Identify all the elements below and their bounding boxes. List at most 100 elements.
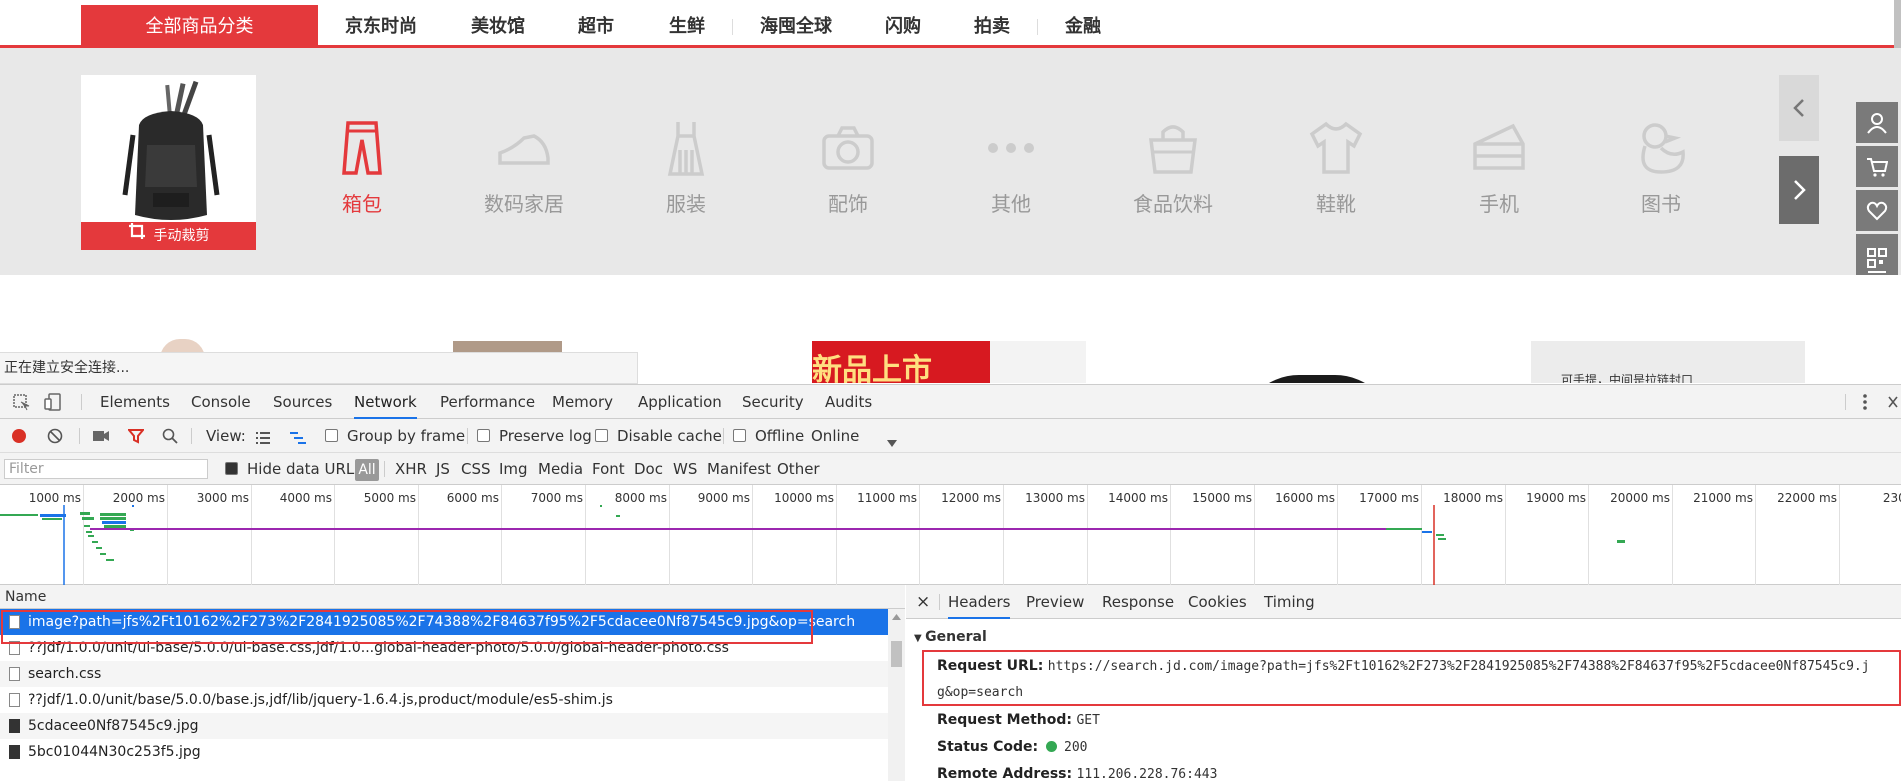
product-image[interactable]: 可手提，中间是拉链封口 bbox=[1531, 341, 1805, 383]
request-row[interactable]: ??jdf/1.0.0/unit/base/5.0.0/base.js,jdf/… bbox=[0, 687, 888, 713]
tab-performance[interactable]: Performance bbox=[440, 385, 535, 419]
filter-input[interactable]: Filter bbox=[4, 459, 208, 479]
toolbar-favorites-button[interactable] bbox=[1856, 190, 1898, 231]
close-detail-button[interactable]: × bbox=[916, 585, 930, 619]
product-image[interactable] bbox=[1239, 375, 1395, 383]
category-food[interactable]: 食品饮料 bbox=[1118, 118, 1228, 217]
page-scrollbar[interactable] bbox=[1894, 0, 1901, 48]
tab-sources[interactable]: Sources bbox=[273, 385, 332, 419]
tab-preview[interactable]: Preview bbox=[1026, 585, 1084, 619]
carousel-prev-button[interactable] bbox=[1779, 75, 1819, 141]
nav-link-global[interactable]: 海囤全球 bbox=[760, 5, 832, 48]
request-detail-panel: × Headers Preview Response Cookies Timin… bbox=[906, 585, 1901, 782]
type-filter-font[interactable]: Font bbox=[592, 453, 625, 485]
view-label: View: bbox=[206, 427, 246, 445]
device-toggle-icon[interactable] bbox=[44, 393, 62, 415]
tab-timing[interactable]: Timing bbox=[1264, 585, 1315, 619]
category-shoes[interactable]: 鞋靴 bbox=[1281, 118, 1391, 217]
request-list-scrollbar[interactable] bbox=[888, 609, 905, 781]
tab-console[interactable]: Console bbox=[191, 385, 251, 419]
general-section-toggle[interactable]: ▼ General bbox=[914, 629, 987, 645]
tab-elements[interactable]: Elements bbox=[100, 385, 170, 419]
category-bags[interactable]: 箱包 bbox=[307, 118, 417, 217]
status-dot-icon bbox=[1045, 741, 1057, 752]
type-filter-css[interactable]: CSS bbox=[461, 453, 491, 485]
network-filter-bar: Filter Hide data URLs All XHR JS CSS Img… bbox=[0, 453, 1901, 485]
type-filter-doc[interactable]: Doc bbox=[634, 453, 663, 485]
record-icon[interactable] bbox=[11, 428, 27, 448]
devtools-tab-bar: Elements Console Sources Network Perform… bbox=[0, 385, 1901, 419]
toolbar-divider bbox=[1845, 394, 1846, 410]
tab-security[interactable]: Security bbox=[742, 385, 804, 419]
all-categories-button[interactable]: 全部商品分类 bbox=[81, 5, 318, 48]
category-accessories[interactable]: 配饰 bbox=[793, 118, 903, 217]
tab-response[interactable]: Response bbox=[1102, 585, 1174, 619]
request-row[interactable]: 5cdacee0Nf87545c9.jpg bbox=[0, 713, 888, 739]
category-label: 图书 bbox=[1641, 192, 1681, 216]
preserve-log-checkbox[interactable] bbox=[477, 429, 490, 442]
type-filter-ws[interactable]: WS bbox=[673, 453, 697, 485]
inspect-element-icon[interactable] bbox=[13, 394, 30, 415]
request-row[interactable]: 5bc01044N30c253f5.jpg bbox=[0, 739, 888, 765]
manual-crop-button[interactable]: 手动裁剪 bbox=[81, 222, 256, 250]
screenshot-camera-icon[interactable] bbox=[92, 429, 110, 447]
tab-headers[interactable]: Headers bbox=[948, 585, 1011, 619]
type-filter-all[interactable]: All bbox=[355, 459, 379, 481]
type-filter-media[interactable]: Media bbox=[538, 453, 583, 485]
clear-icon[interactable] bbox=[47, 428, 63, 448]
throttle-select[interactable]: Online bbox=[811, 419, 859, 453]
kebab-menu-icon[interactable] bbox=[1862, 393, 1868, 415]
scroll-up-arrow-icon[interactable] bbox=[892, 614, 901, 620]
toolbar-cart-button[interactable] bbox=[1856, 146, 1898, 187]
filter-funnel-icon[interactable] bbox=[126, 428, 146, 448]
tab-application[interactable]: Application bbox=[638, 385, 722, 419]
toolbar-user-button[interactable] bbox=[1856, 102, 1898, 143]
group-by-frame-checkbox[interactable] bbox=[325, 429, 338, 442]
hide-data-urls-checkbox[interactable] bbox=[225, 462, 238, 475]
nav-link-beauty[interactable]: 美妆馆 bbox=[471, 5, 525, 48]
category-other[interactable]: 其他 bbox=[956, 118, 1066, 217]
request-row[interactable]: search.css bbox=[0, 661, 888, 687]
nav-link-auction[interactable]: 拍卖 bbox=[974, 5, 1010, 48]
image-file-icon bbox=[9, 745, 20, 759]
camera-icon bbox=[822, 126, 874, 170]
nav-link-fresh[interactable]: 生鲜 bbox=[669, 5, 705, 48]
category-phones[interactable]: 手机 bbox=[1444, 118, 1554, 217]
dropdown-arrow-icon[interactable] bbox=[887, 433, 897, 451]
user-icon bbox=[1867, 112, 1887, 134]
type-filter-js[interactable]: JS bbox=[436, 453, 450, 485]
nav-link-flash-sale[interactable]: 闪购 bbox=[885, 5, 921, 48]
image-file-icon bbox=[9, 719, 20, 733]
tab-cookies[interactable]: Cookies bbox=[1188, 585, 1247, 619]
nav-link-supermarket[interactable]: 超市 bbox=[578, 5, 614, 48]
scrollbar-thumb[interactable] bbox=[891, 641, 902, 667]
category-books[interactable]: 图书 bbox=[1606, 118, 1716, 217]
status-code-label: Status Code: bbox=[937, 739, 1039, 755]
tab-memory[interactable]: Memory bbox=[552, 385, 613, 419]
highlight-box-request bbox=[1, 610, 813, 644]
nav-link-finance[interactable]: 金融 bbox=[1065, 5, 1101, 48]
category-clothing[interactable]: 服装 bbox=[631, 118, 741, 217]
category-label: 食品饮料 bbox=[1133, 192, 1213, 216]
type-filter-manifest[interactable]: Manifest bbox=[707, 453, 771, 485]
nav-link-fashion[interactable]: 京东时尚 bbox=[345, 5, 417, 48]
network-timeline-overview[interactable]: 1000 ms 2000 ms 3000 ms 4000 ms 5000 ms 6000 … bbox=[0, 485, 1901, 585]
category-band: 手动裁剪 箱包 数码家居 服装 配饰 其他 食品饮料 鞋靴 手机 图书 bbox=[0, 48, 1901, 275]
close-icon[interactable] bbox=[1887, 395, 1899, 413]
search-icon[interactable] bbox=[162, 428, 178, 448]
type-filter-xhr[interactable]: XHR bbox=[395, 453, 427, 485]
tab-audits[interactable]: Audits bbox=[825, 385, 872, 419]
category-digital-home[interactable]: 数码家居 bbox=[469, 118, 579, 217]
qrcode-icon bbox=[1867, 247, 1887, 273]
tab-network[interactable]: Network bbox=[354, 385, 417, 419]
type-filter-other[interactable]: Other bbox=[777, 453, 820, 485]
carousel-next-button[interactable] bbox=[1779, 156, 1819, 224]
column-header-name[interactable]: Name bbox=[0, 585, 905, 609]
offline-checkbox[interactable] bbox=[733, 429, 746, 442]
type-filter-img[interactable]: Img bbox=[499, 453, 528, 485]
list-view-icon[interactable] bbox=[255, 430, 271, 448]
disable-cache-checkbox[interactable] bbox=[595, 429, 608, 442]
product-banner[interactable]: 新品上市 bbox=[812, 341, 990, 383]
waterfall-view-icon[interactable] bbox=[289, 430, 307, 448]
dress-icon bbox=[667, 122, 705, 176]
